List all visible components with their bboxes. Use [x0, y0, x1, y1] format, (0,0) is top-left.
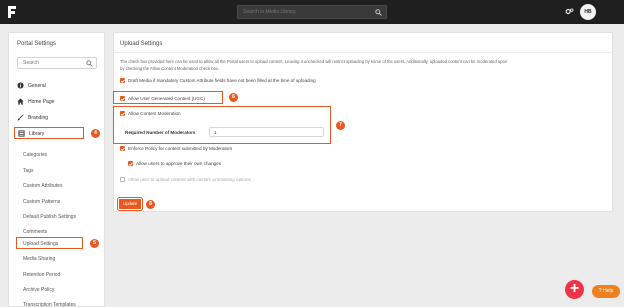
sidebar-subitem-default-publish-settings[interactable]: Default Publish Settings — [22, 211, 102, 223]
sidebar-item-label: General — [28, 83, 46, 89]
sidebar-subitem-label: Default Publish Settings — [23, 214, 77, 220]
intro-line-2: by checking the Allow Content Moderation… — [120, 66, 220, 71]
brand-logo-icon[interactable] — [6, 5, 18, 19]
ugc-highlight-box — [113, 91, 223, 104]
required-moderators-input[interactable] — [209, 127, 324, 137]
sidebar-item-label: Home Page — [28, 99, 55, 105]
sidebar-subitem-label: Categories — [23, 152, 48, 158]
user-avatar[interactable]: HB — [580, 4, 596, 20]
global-search-input[interactable] — [238, 6, 368, 18]
sidebar-item-label: Library — [29, 131, 45, 137]
sidebar-subitem-tags[interactable]: Tags — [22, 165, 102, 177]
custom-processing-checkbox[interactable] — [120, 177, 125, 182]
home-icon — [17, 98, 24, 105]
callout-badge-ugc: 6 — [229, 93, 238, 102]
search-icon[interactable] — [86, 60, 93, 67]
sidebar-item-library[interactable]: Library — [14, 127, 84, 139]
callout-badge-moderation: 7 — [336, 121, 345, 130]
approve-own-label: Allow users to approve their own changes — [136, 161, 222, 166]
callout-badge-library: 4 — [91, 129, 100, 138]
sidebar-subitem-label: Custom Attributes — [23, 183, 63, 189]
sidebar-item-label: Branding — [28, 115, 49, 121]
approve-own-checkbox[interactable] — [128, 161, 133, 166]
help-circle-icon: ? — [598, 288, 602, 294]
custom-processing-label: Allow user to upload content with custom… — [128, 177, 251, 182]
sidebar-item-home-page[interactable]: Home Page — [17, 96, 97, 108]
sidebar-subitem-upload-settings[interactable]: Upload Settings — [16, 237, 83, 249]
intro-line-1: The check box provided here can be used … — [120, 59, 508, 64]
sidebar-subitem-archive-policy[interactable]: Archive Policy — [22, 284, 102, 296]
enforce-policy-label: Enforce Policy for content submitted by … — [128, 146, 233, 151]
help-label: Help — [602, 288, 614, 294]
library-icon — [18, 130, 25, 137]
required-moderators-label: Required Number of Moderators — [125, 130, 196, 135]
sidebar-item-branding[interactable]: Branding — [17, 112, 97, 124]
sidebar-subitem-categories[interactable]: Categories — [22, 149, 102, 161]
top-bar: HB — [0, 0, 624, 24]
sidebar-subitem-label: Archive Policy — [23, 287, 55, 293]
sidebar-search-input[interactable] — [18, 58, 86, 68]
sidebar-subitem-media-sharing[interactable]: Media Sharing — [22, 253, 102, 265]
sidebar-item-general[interactable]: General — [17, 80, 97, 92]
draft-media-label: Draft Media if mandatory Custom Attribut… — [128, 78, 316, 83]
enforce-policy-checkbox[interactable] — [120, 146, 125, 151]
settings-gear-icon[interactable] — [565, 7, 574, 16]
intro-text: The check box provided here can be used … — [120, 58, 610, 72]
info-icon — [17, 82, 24, 89]
sidebar-subitem-label: Tags — [23, 168, 34, 174]
sidebar-subitem-label: Media Sharing — [23, 256, 56, 262]
sidebar-subitem-transcription-templates[interactable]: Transcription Templates — [22, 299, 102, 307]
global-search[interactable] — [237, 5, 387, 19]
sidebar-subitem-label: Upload Settings — [23, 241, 59, 247]
sidebar-subitem-custom-patterns[interactable]: Custom Patterns — [22, 196, 102, 208]
help-button[interactable]: ? Help — [592, 285, 620, 298]
sidebar-title: Portal Settings — [17, 41, 57, 47]
callout-badge-upload-settings: 5 — [90, 239, 99, 248]
callout-badge-update: 8 — [146, 200, 155, 209]
sidebar-subitem-label: Transcription Templates — [23, 302, 76, 307]
moderation-highlight-box: Required Number of Moderators — [113, 106, 331, 144]
page-title: Upload Settings — [120, 41, 163, 47]
sidebar-subitem-label: Retention Period — [23, 272, 61, 278]
sidebar-search[interactable] — [17, 57, 97, 69]
title-divider — [114, 52, 612, 53]
sidebar-subitem-retention-period[interactable]: Retention Period — [22, 269, 102, 281]
draft-media-checkbox[interactable] — [120, 78, 125, 83]
sidebar-subitem-label: Custom Patterns — [23, 199, 61, 205]
search-icon[interactable] — [375, 9, 382, 16]
add-fab-button[interactable]: + — [565, 280, 584, 299]
sidebar-subitem-custom-attributes[interactable]: Custom Attributes — [22, 180, 102, 192]
brush-icon — [17, 114, 24, 121]
update-button[interactable]: Update — [117, 197, 143, 211]
settings-sidebar: Portal Settings General Home Page Brandi… — [8, 32, 105, 307]
